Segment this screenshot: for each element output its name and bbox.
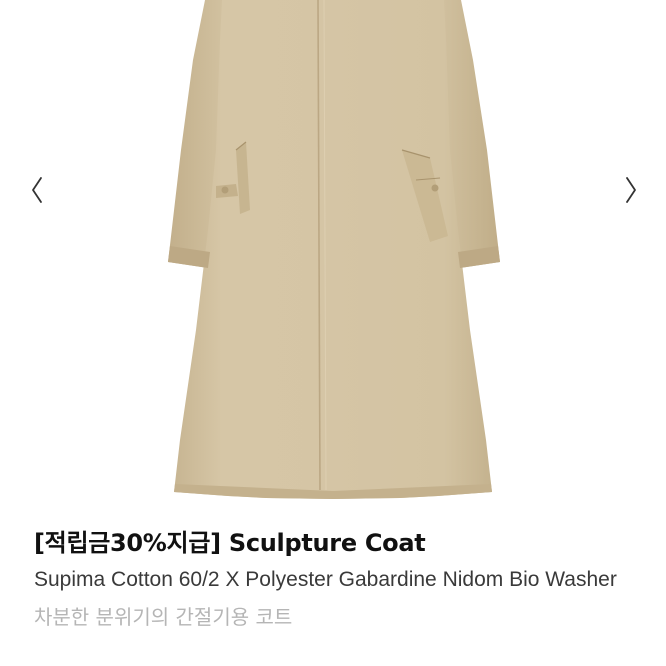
prev-image-button[interactable] [22, 170, 52, 210]
chevron-left-icon [32, 177, 42, 203]
product-info: [적립금30%지급] Sculpture Coat Supima Cotton … [34, 524, 644, 633]
product-image [168, 0, 500, 499]
product-subtitle: 차분한 분위기의 간절기용 코트 [34, 605, 293, 629]
chevron-right-icon [626, 177, 636, 203]
product-title: [적립금30%지급] Sculpture Coat [34, 529, 426, 557]
next-image-button[interactable] [616, 170, 646, 210]
product-image-gallery[interactable] [0, 0, 666, 505]
product-description: Supima Cotton 60/2 X Polyester Gabardine… [34, 568, 617, 591]
product-detail-page: [적립금30%지급] Sculpture Coat Supima Cotton … [0, 0, 666, 666]
